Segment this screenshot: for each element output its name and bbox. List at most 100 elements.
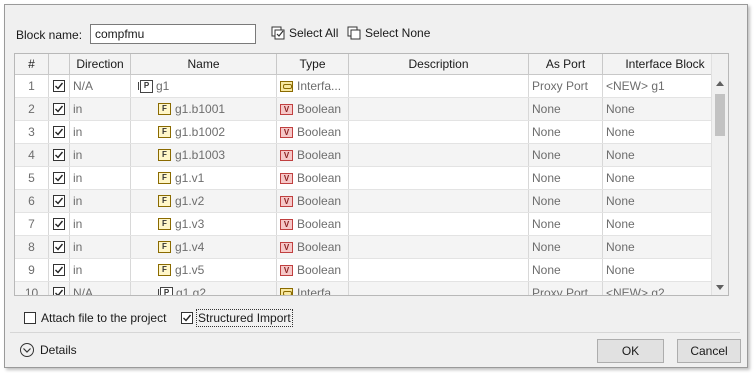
as-port-cell[interactable]: None — [529, 236, 603, 258]
as-port-cell[interactable]: None — [529, 144, 603, 166]
direction-cell[interactable]: N/A — [70, 75, 131, 97]
table-row[interactable]: 4 in Fg1.b1003 V Boolean None None — [15, 144, 728, 167]
type-cell[interactable]: Interfa... — [277, 282, 349, 295]
row-checkbox-cell[interactable] — [49, 213, 70, 235]
row-checkbox[interactable] — [53, 126, 65, 138]
description-cell[interactable] — [349, 259, 529, 281]
type-cell[interactable]: V Boolean — [277, 236, 349, 258]
type-cell[interactable]: V Boolean — [277, 190, 349, 212]
as-port-cell[interactable]: None — [529, 167, 603, 189]
col-description[interactable]: Description — [349, 54, 529, 74]
description-cell[interactable] — [349, 121, 529, 143]
structured-import-checkbox[interactable] — [181, 312, 193, 324]
ok-button[interactable]: OK — [597, 339, 664, 363]
interface-block-cell[interactable]: None — [603, 98, 728, 120]
type-cell[interactable]: V Boolean — [277, 213, 349, 235]
table-row[interactable]: 5 in Fg1.v1 V Boolean None None — [15, 167, 728, 190]
name-cell[interactable]: Pg1.g2 — [131, 282, 277, 295]
name-cell[interactable]: Fg1.v2 — [131, 190, 277, 212]
type-cell[interactable]: V Boolean — [277, 259, 349, 281]
direction-cell[interactable]: in — [70, 144, 131, 166]
col-type[interactable]: Type — [277, 54, 349, 74]
description-cell[interactable] — [349, 236, 529, 258]
type-cell[interactable]: V Boolean — [277, 144, 349, 166]
direction-cell[interactable]: in — [70, 190, 131, 212]
description-cell[interactable] — [349, 144, 529, 166]
row-checkbox-cell[interactable] — [49, 121, 70, 143]
scroll-up-icon[interactable] — [712, 75, 728, 91]
description-cell[interactable] — [349, 75, 529, 97]
row-checkbox-cell[interactable] — [49, 259, 70, 281]
as-port-cell[interactable]: Proxy Port — [529, 282, 603, 295]
type-cell[interactable]: V Boolean — [277, 121, 349, 143]
table-row[interactable]: 2 in Fg1.b1001 V Boolean None None — [15, 98, 728, 121]
as-port-cell[interactable]: None — [529, 121, 603, 143]
direction-cell[interactable]: in — [70, 98, 131, 120]
as-port-cell[interactable]: None — [529, 98, 603, 120]
name-cell[interactable]: Fg1.v3 — [131, 213, 277, 235]
row-checkbox[interactable] — [53, 195, 65, 207]
vertical-scrollbar[interactable] — [711, 54, 728, 295]
description-cell[interactable] — [349, 190, 529, 212]
interface-block-cell[interactable]: None — [603, 144, 728, 166]
row-checkbox[interactable] — [53, 287, 65, 295]
direction-cell[interactable]: N/A — [70, 282, 131, 295]
table-row[interactable]: 6 in Fg1.v2 V Boolean None None — [15, 190, 728, 213]
interface-block-cell[interactable]: None — [603, 190, 728, 212]
table-row[interactable]: 9 in Fg1.v5 V Boolean None None — [15, 259, 728, 282]
table-row[interactable]: 10 N/A Pg1.g2 Interfa... Proxy Port <NEW> g2 — [15, 282, 728, 295]
row-checkbox[interactable] — [53, 264, 65, 276]
col-as-port[interactable]: As Port — [529, 54, 603, 74]
col-number[interactable]: # — [15, 54, 49, 74]
interface-block-cell[interactable]: None — [603, 259, 728, 281]
block-name-input[interactable] — [90, 24, 256, 44]
attach-file-option[interactable]: Attach file to the project — [24, 311, 166, 325]
as-port-cell[interactable]: None — [529, 190, 603, 212]
attach-file-checkbox[interactable] — [24, 312, 36, 324]
table-row[interactable]: 7 in Fg1.v3 V Boolean None None — [15, 213, 728, 236]
description-cell[interactable] — [349, 213, 529, 235]
scroll-thumb[interactable] — [715, 94, 725, 136]
description-cell[interactable] — [349, 167, 529, 189]
details-toggle[interactable]: Details — [20, 343, 77, 357]
row-checkbox-cell[interactable] — [49, 236, 70, 258]
row-checkbox[interactable] — [53, 80, 65, 92]
direction-cell[interactable]: in — [70, 121, 131, 143]
cancel-button[interactable]: Cancel — [677, 339, 741, 363]
interface-block-cell[interactable]: None — [603, 236, 728, 258]
row-checkbox-cell[interactable] — [49, 282, 70, 295]
table-row[interactable]: 3 in Fg1.b1002 V Boolean None None — [15, 121, 728, 144]
row-checkbox[interactable] — [53, 241, 65, 253]
col-name[interactable]: Name — [131, 54, 277, 74]
row-checkbox-cell[interactable] — [49, 190, 70, 212]
row-checkbox-cell[interactable] — [49, 167, 70, 189]
description-cell[interactable] — [349, 282, 529, 295]
as-port-cell[interactable]: None — [529, 213, 603, 235]
col-checkbox[interactable] — [49, 54, 70, 74]
name-cell[interactable]: Fg1.b1003 — [131, 144, 277, 166]
direction-cell[interactable]: in — [70, 259, 131, 281]
row-checkbox-cell[interactable] — [49, 98, 70, 120]
description-cell[interactable] — [349, 98, 529, 120]
name-cell[interactable]: Fg1.v1 — [131, 167, 277, 189]
table-row[interactable]: 8 in Fg1.v4 V Boolean None None — [15, 236, 728, 259]
row-checkbox-cell[interactable] — [49, 75, 70, 97]
name-cell[interactable]: Fg1.b1002 — [131, 121, 277, 143]
name-cell[interactable]: Pg1 — [131, 75, 277, 97]
select-none-button[interactable]: Select None — [347, 26, 430, 40]
structured-import-option[interactable]: Structured Import — [181, 309, 293, 327]
row-checkbox-cell[interactable] — [49, 144, 70, 166]
row-checkbox[interactable] — [53, 172, 65, 184]
scroll-down-icon[interactable] — [712, 279, 728, 295]
name-cell[interactable]: Fg1.v5 — [131, 259, 277, 281]
interface-block-cell[interactable]: <NEW> g2 — [603, 282, 728, 295]
as-port-cell[interactable]: None — [529, 259, 603, 281]
as-port-cell[interactable]: Proxy Port — [529, 75, 603, 97]
table-row[interactable]: 1 N/A Pg1 Interfa... Proxy Port <NEW> g1 — [15, 75, 728, 98]
interface-block-cell[interactable]: <NEW> g1 — [603, 75, 728, 97]
direction-cell[interactable]: in — [70, 236, 131, 258]
type-cell[interactable]: Interfa... — [277, 75, 349, 97]
col-interface-block[interactable]: Interface Block — [603, 54, 728, 74]
interface-block-cell[interactable]: None — [603, 213, 728, 235]
interface-block-cell[interactable]: None — [603, 121, 728, 143]
